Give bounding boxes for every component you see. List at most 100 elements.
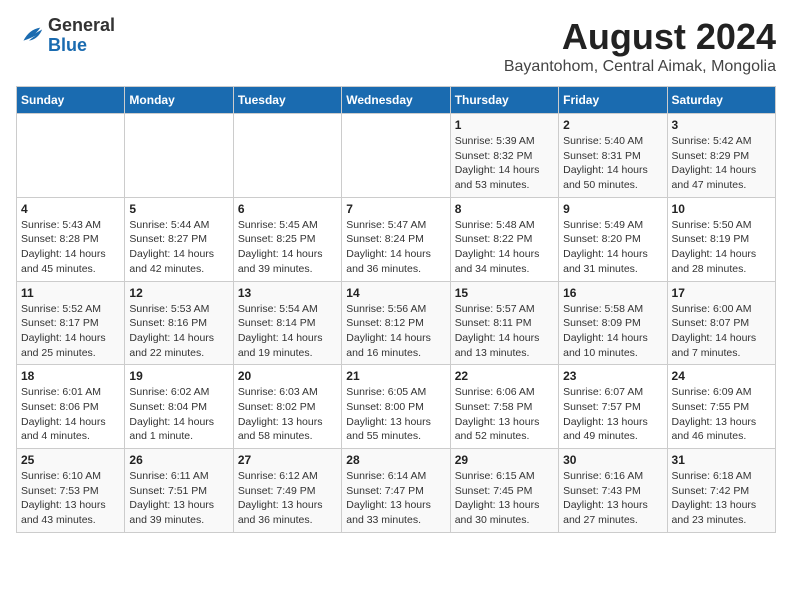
day-info: Sunrise: 5:39 AMSunset: 8:32 PMDaylight:… (455, 134, 554, 193)
calendar-cell: 20 Sunrise: 6:03 AMSunset: 8:02 PMDayligh… (233, 365, 341, 449)
page-header: General Blue August 2024 Bayantohom, Cen… (16, 16, 776, 76)
page-title: August 2024 (504, 16, 776, 58)
calendar-cell: 2 Sunrise: 5:40 AMSunset: 8:31 PMDaylight… (559, 114, 667, 198)
day-info: Sunrise: 6:00 AMSunset: 8:07 PMDaylight:… (672, 302, 771, 361)
calendar-cell (125, 114, 233, 198)
day-info: Sunrise: 5:58 AMSunset: 8:09 PMDaylight:… (563, 302, 662, 361)
day-number: 22 (455, 369, 554, 383)
calendar-cell (233, 114, 341, 198)
day-number: 9 (563, 202, 662, 216)
calendar-cell: 7Sunrise: 5:47 AMSunset: 8:24 PMDaylight… (342, 197, 450, 281)
day-info: Sunrise: 6:15 AMSunset: 7:45 PMDaylight:… (455, 469, 554, 528)
calendar-cell: 31 Sunrise: 6:18 AMSunset: 7:42 PMDayligh… (667, 449, 775, 533)
day-info: Sunrise: 5:53 AMSunset: 8:16 PMDaylight:… (129, 302, 228, 361)
day-info: Sunrise: 6:05 AMSunset: 8:00 PMDaylight:… (346, 385, 445, 444)
day-info: Sunrise: 5:50 AMSunset: 8:19 PMDaylight:… (672, 218, 771, 277)
day-number: 3 (672, 118, 771, 132)
day-number: 19 (129, 369, 228, 383)
calendar-table: SundayMondayTuesdayWednesdayThursdayFrid… (16, 86, 776, 533)
day-info: Sunrise: 6:14 AMSunset: 7:47 PMDaylight:… (346, 469, 445, 528)
day-number: 4 (21, 202, 120, 216)
calendar-cell: 11 Sunrise: 5:52 AMSunset: 8:17 PMDayligh… (17, 281, 125, 365)
day-info: Sunrise: 5:44 AMSunset: 8:27 PMDaylight:… (129, 218, 228, 277)
day-info: Sunrise: 5:42 AMSunset: 8:29 PMDaylight:… (672, 134, 771, 193)
day-number: 28 (346, 453, 445, 467)
day-header: Thursday (450, 87, 558, 114)
day-info: Sunrise: 5:57 AMSunset: 8:11 PMDaylight:… (455, 302, 554, 361)
title-block: August 2024 Bayantohom, Central Aimak, M… (504, 16, 776, 76)
day-number: 16 (563, 286, 662, 300)
day-number: 2 (563, 118, 662, 132)
day-number: 17 (672, 286, 771, 300)
calendar-cell (17, 114, 125, 198)
calendar-cell: 19 Sunrise: 6:02 AMSunset: 8:04 PMDayligh… (125, 365, 233, 449)
calendar-cell: 10 Sunrise: 5:50 AMSunset: 8:19 PMDayligh… (667, 197, 775, 281)
day-number: 6 (238, 202, 337, 216)
day-info: Sunrise: 6:07 AMSunset: 7:57 PMDaylight:… (563, 385, 662, 444)
day-info: Sunrise: 6:09 AMSunset: 7:55 PMDaylight:… (672, 385, 771, 444)
day-header: Friday (559, 87, 667, 114)
day-info: Sunrise: 6:01 AMSunset: 8:06 PMDaylight:… (21, 385, 120, 444)
calendar-cell: 4Sunrise: 5:43 AMSunset: 8:28 PMDaylight… (17, 197, 125, 281)
day-number: 11 (21, 286, 120, 300)
day-info: Sunrise: 6:02 AMSunset: 8:04 PMDaylight:… (129, 385, 228, 444)
day-number: 20 (238, 369, 337, 383)
day-info: Sunrise: 6:16 AMSunset: 7:43 PMDaylight:… (563, 469, 662, 528)
logo-bird-icon (16, 22, 44, 50)
calendar-cell: 15 Sunrise: 5:57 AMSunset: 8:11 PMDayligh… (450, 281, 558, 365)
day-header: Saturday (667, 87, 775, 114)
calendar-cell: 5 Sunrise: 5:44 AMSunset: 8:27 PMDaylight… (125, 197, 233, 281)
calendar-cell: 25 Sunrise: 6:10 AMSunset: 7:53 PMDayligh… (17, 449, 125, 533)
calendar-cell: 22 Sunrise: 6:06 AMSunset: 7:58 PMDayligh… (450, 365, 558, 449)
calendar-cell: 14 Sunrise: 5:56 AMSunset: 8:12 PMDayligh… (342, 281, 450, 365)
logo: General Blue (16, 16, 115, 56)
day-header: Monday (125, 87, 233, 114)
calendar-cell: 1 Sunrise: 5:39 AMSunset: 8:32 PMDaylight… (450, 114, 558, 198)
day-info: Sunrise: 5:47 AMSunset: 8:24 PMDaylight:… (346, 218, 445, 277)
day-number: 29 (455, 453, 554, 467)
day-number: 15 (455, 286, 554, 300)
calendar-cell: 18 Sunrise: 6:01 AMSunset: 8:06 PMDayligh… (17, 365, 125, 449)
day-info: Sunrise: 6:06 AMSunset: 7:58 PMDaylight:… (455, 385, 554, 444)
day-number: 24 (672, 369, 771, 383)
calendar-cell: 16 Sunrise: 5:58 AMSunset: 8:09 PMDayligh… (559, 281, 667, 365)
calendar-cell: 29 Sunrise: 6:15 AMSunset: 7:45 PMDayligh… (450, 449, 558, 533)
day-info: Sunrise: 5:45 AMSunset: 8:25 PMDaylight:… (238, 218, 337, 277)
calendar-cell: 3 Sunrise: 5:42 AMSunset: 8:29 PMDaylight… (667, 114, 775, 198)
day-number: 12 (129, 286, 228, 300)
day-number: 31 (672, 453, 771, 467)
day-info: Sunrise: 5:54 AMSunset: 8:14 PMDaylight:… (238, 302, 337, 361)
day-info: Sunrise: 6:11 AMSunset: 7:51 PMDaylight:… (129, 469, 228, 528)
day-number: 21 (346, 369, 445, 383)
calendar-cell: 28 Sunrise: 6:14 AMSunset: 7:47 PMDayligh… (342, 449, 450, 533)
logo-text: General Blue (48, 16, 115, 56)
calendar-cell: 6 Sunrise: 5:45 AMSunset: 8:25 PMDaylight… (233, 197, 341, 281)
day-number: 14 (346, 286, 445, 300)
day-number: 25 (21, 453, 120, 467)
day-number: 30 (563, 453, 662, 467)
calendar-cell: 30 Sunrise: 6:16 AMSunset: 7:43 PMDayligh… (559, 449, 667, 533)
day-info: Sunrise: 5:49 AMSunset: 8:20 PMDaylight:… (563, 218, 662, 277)
day-info: Sunrise: 6:18 AMSunset: 7:42 PMDaylight:… (672, 469, 771, 528)
calendar-cell: 8Sunrise: 5:48 AMSunset: 8:22 PMDaylight… (450, 197, 558, 281)
day-number: 27 (238, 453, 337, 467)
page-subtitle: Bayantohom, Central Aimak, Mongolia (504, 58, 776, 76)
day-header: Sunday (17, 87, 125, 114)
day-info: Sunrise: 6:10 AMSunset: 7:53 PMDaylight:… (21, 469, 120, 528)
day-info: Sunrise: 5:52 AMSunset: 8:17 PMDaylight:… (21, 302, 120, 361)
day-number: 26 (129, 453, 228, 467)
calendar-cell: 13 Sunrise: 5:54 AMSunset: 8:14 PMDayligh… (233, 281, 341, 365)
day-info: Sunrise: 6:03 AMSunset: 8:02 PMDaylight:… (238, 385, 337, 444)
day-number: 10 (672, 202, 771, 216)
calendar-cell: 9 Sunrise: 5:49 AMSunset: 8:20 PMDaylight… (559, 197, 667, 281)
day-number: 1 (455, 118, 554, 132)
day-number: 5 (129, 202, 228, 216)
day-number: 13 (238, 286, 337, 300)
day-header: Wednesday (342, 87, 450, 114)
day-number: 18 (21, 369, 120, 383)
calendar-cell: 23Sunrise: 6:07 AMSunset: 7:57 PMDayligh… (559, 365, 667, 449)
day-info: Sunrise: 5:56 AMSunset: 8:12 PMDaylight:… (346, 302, 445, 361)
day-header: Tuesday (233, 87, 341, 114)
day-info: Sunrise: 5:40 AMSunset: 8:31 PMDaylight:… (563, 134, 662, 193)
calendar-cell: 27Sunrise: 6:12 AMSunset: 7:49 PMDayligh… (233, 449, 341, 533)
